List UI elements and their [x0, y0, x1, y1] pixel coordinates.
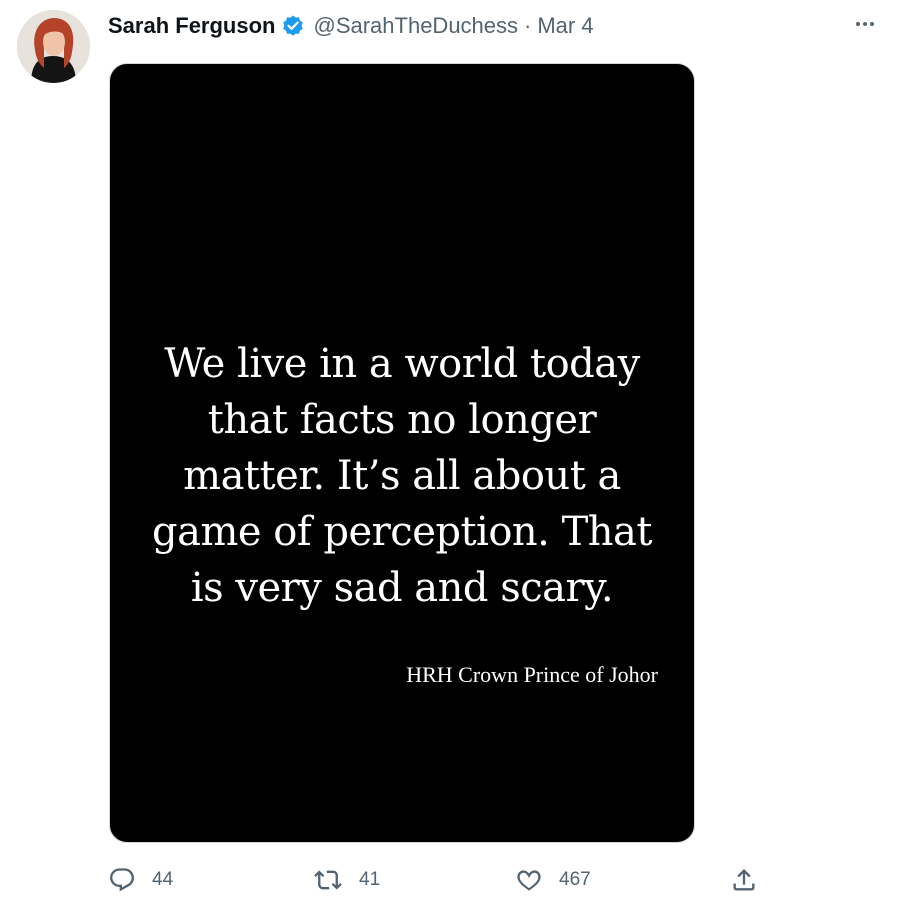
author-name[interactable]: Sarah Ferguson — [108, 13, 275, 39]
quote-line: that facts no longer — [207, 397, 597, 443]
like-count: 467 — [559, 869, 591, 890]
quote-line: is very sad and scary. — [190, 565, 614, 611]
retweet-count: 41 — [359, 869, 381, 890]
more-options-button[interactable] — [850, 12, 880, 36]
share-button[interactable] — [730, 862, 758, 898]
tweet-date[interactable]: Mar 4 — [537, 13, 593, 39]
quote-line: We live in a world today — [164, 341, 640, 387]
more-dot — [870, 22, 874, 26]
reply-button[interactable]: 44 — [108, 862, 173, 898]
quote-text: We live in a world today that facts no l… — [110, 336, 694, 616]
action-bar: 44 41 467 — [108, 862, 768, 898]
verified-badge-icon — [281, 14, 305, 38]
retweet-button[interactable]: 41 — [313, 862, 380, 898]
author-handle[interactable]: @SarahTheDuchess — [313, 13, 518, 39]
tweet-header: Sarah Ferguson @SarahTheDuchess · Mar 4 — [108, 10, 594, 42]
more-horizontal-icon — [856, 22, 860, 26]
separator-dot: · — [524, 13, 532, 38]
like-button[interactable]: 467 — [515, 862, 591, 898]
heart-icon — [515, 866, 543, 894]
tweet-image[interactable]: We live in a world today that facts no l… — [109, 63, 695, 843]
reply-icon — [108, 866, 136, 894]
quote-line: matter. It’s all about a — [183, 453, 621, 499]
quote-line: game of perception. That — [152, 509, 652, 555]
reply-count: 44 — [152, 869, 174, 890]
avatar[interactable] — [17, 10, 90, 83]
tweet: Sarah Ferguson @SarahTheDuchess · Mar 4 … — [0, 0, 900, 905]
quote-attribution: HRH Crown Prince of Johor — [406, 662, 658, 687]
retweet-icon — [313, 866, 343, 894]
more-dot — [863, 22, 867, 26]
share-icon — [730, 866, 758, 894]
